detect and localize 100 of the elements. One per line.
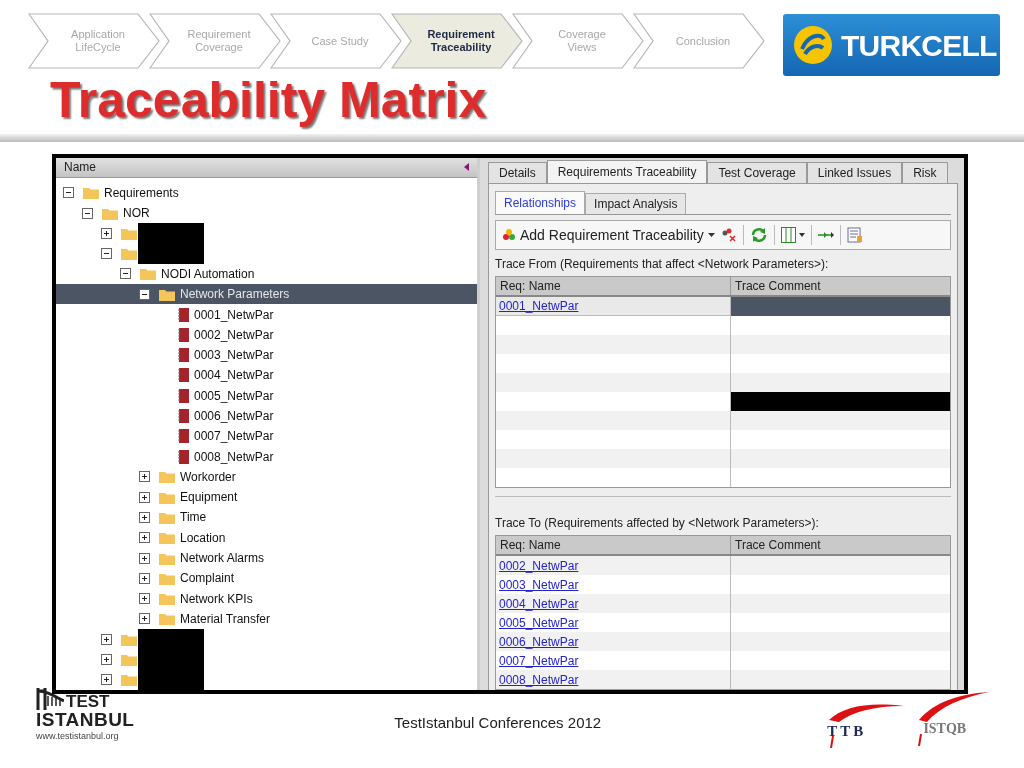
collapse-icon[interactable] [82,207,93,219]
book-icon [178,409,189,423]
tree-item[interactable]: Location [180,528,226,547]
tree-row[interactable]: 0001_NetwPar [56,304,477,325]
tree-row[interactable]: Network Alarms [56,547,477,569]
tree-item[interactable]: Equipment [180,488,238,507]
column-header[interactable]: Req: Name [496,536,731,554]
step-chevron[interactable]: Requirement Traceability [391,13,523,69]
tree-item[interactable]: 0002_NetwPar [194,325,274,344]
tree-row[interactable]: 0004_NetwPar [56,365,477,386]
tree-row[interactable]: 0002_NetwPar [56,324,477,345]
requirement-link[interactable]: 0002_NetwPar [499,556,579,575]
columns-icon[interactable] [780,227,805,243]
tree-item[interactable]: 0008_NetwPar [194,447,274,466]
column-header[interactable]: Req: Name [496,277,731,295]
column-header[interactable]: Name [56,158,477,178]
folder-icon [83,186,99,200]
tree-item[interactable]: Requirements [104,183,179,202]
tree-row[interactable]: Equipment [56,487,477,508]
column-header[interactable]: Trace Comment [731,536,950,554]
tab[interactable]: Details [488,162,547,183]
tree-item[interactable]: 0001_NetwPar [194,305,274,324]
column-header[interactable]: Trace Comment [731,277,950,295]
expand-icon[interactable] [139,572,150,584]
table-row[interactable]: 0002_NetwPar [496,556,950,575]
tab[interactable]: Risk [902,162,948,183]
remove-link-icon[interactable] [720,228,737,242]
expand-icon[interactable] [101,674,112,686]
table-row[interactable]: 0006_NetwPar [496,632,950,651]
requirement-link[interactable]: 0003_NetwPar [499,575,579,594]
expand-icon[interactable] [139,491,150,503]
tree-row[interactable]: 0006_NetwPar [56,405,477,427]
tree-row[interactable]: Network KPIs [56,588,477,609]
table-row[interactable]: 0004_NetwPar [496,594,950,613]
folder-icon [121,247,137,261]
tree-item[interactable]: NOR [123,204,150,222]
tree-row[interactable]: Material Transfer [56,608,477,630]
refresh-icon[interactable] [749,226,768,244]
tree-item[interactable]: Workorder [180,467,236,486]
book-icon [178,368,189,383]
requirement-link[interactable]: 0005_NetwPar [499,613,579,632]
tab[interactable]: Linked Issues [806,162,903,183]
tree-item[interactable]: NODI Automation [161,264,255,283]
requirement-link[interactable]: 0008_NetwPar [499,670,579,689]
collapse-arrow-icon[interactable] [464,163,469,172]
expand-icon[interactable] [139,552,150,564]
tree-item[interactable]: Time [180,508,207,527]
collapse-icon[interactable] [139,288,150,300]
tree-item[interactable]: 0005_NetwPar [194,386,274,405]
tree-item[interactable]: 0003_NetwPar [194,346,274,365]
caret-icon [707,233,715,237]
nodes-icon [502,229,516,241]
folder-icon [159,571,175,585]
tree-row[interactable]: Complaint [56,568,477,589]
collapse-icon[interactable] [63,187,74,199]
expand-icon[interactable] [101,227,112,239]
tab[interactable]: Test Coverage [707,162,807,183]
tab[interactable]: Impact Analysis [585,193,687,214]
tree-item[interactable]: Material Transfer [180,609,271,628]
folder-icon [121,632,137,646]
section-label: Trace To (Requirements affected by <Network Parameters>): [495,515,820,532]
footer-caption: TestIstanbul Conferences 2012 [394,713,602,733]
folder-icon [121,226,137,240]
tree-item[interactable]: 0004_NetwPar [194,366,274,385]
tree-row[interactable]: 0003_NetwPar [56,344,477,366]
expand-icon[interactable] [139,511,150,523]
tab[interactable]: Relationships [495,191,586,214]
requirement-link[interactable]: 0004_NetwPar [499,594,579,613]
tree-item[interactable]: Network Alarms [180,549,265,568]
requirement-link[interactable]: 0006_NetwPar [499,632,579,651]
tree-row[interactable]: NODI Automation [56,263,477,285]
expand-icon[interactable] [101,633,112,645]
tree-row[interactable]: 0008_NetwPar [56,446,477,467]
tree-row[interactable]: Location [56,527,477,548]
tree-row[interactable]: NOR [56,202,477,224]
tree-item[interactable]: 0006_NetwPar [194,407,274,425]
book-icon [178,307,189,322]
tab[interactable]: Requirements Traceability [546,160,708,183]
tree-item[interactable]: Network KPIs [180,589,253,608]
tree-item[interactable]: Complaint [180,569,235,588]
tree-row[interactable]: Workorder [56,466,477,488]
expand-icon[interactable] [139,593,150,605]
expand-icon[interactable] [139,613,150,625]
table-row[interactable]: 0001_NetwPar [496,297,950,316]
expand-icon[interactable] [101,654,112,666]
tree-row[interactable]: Requirements [56,182,477,203]
tree-row[interactable]: 0005_NetwPar [56,385,477,406]
requirement-link[interactable]: 0007_NetwPar [499,651,579,670]
tree-row[interactable]: Time [56,507,477,528]
tree-row[interactable]: Network Parameters [56,284,477,305]
arrows-icon[interactable] [817,231,834,239]
expand-icon[interactable] [139,471,150,483]
tree-item[interactable]: 0007_NetwPar [194,427,274,446]
table-row[interactable]: 0008_NetwPar [496,670,950,689]
collapse-icon[interactable] [101,248,112,260]
tree-item[interactable]: Network Parameters [180,285,290,304]
collapse-icon[interactable] [120,268,131,280]
tree-row[interactable]: 0007_NetwPar [56,426,477,447]
section-label: Trace From (Requirements that affect <Network Parameters>): [495,256,830,273]
expand-icon[interactable] [139,532,150,544]
